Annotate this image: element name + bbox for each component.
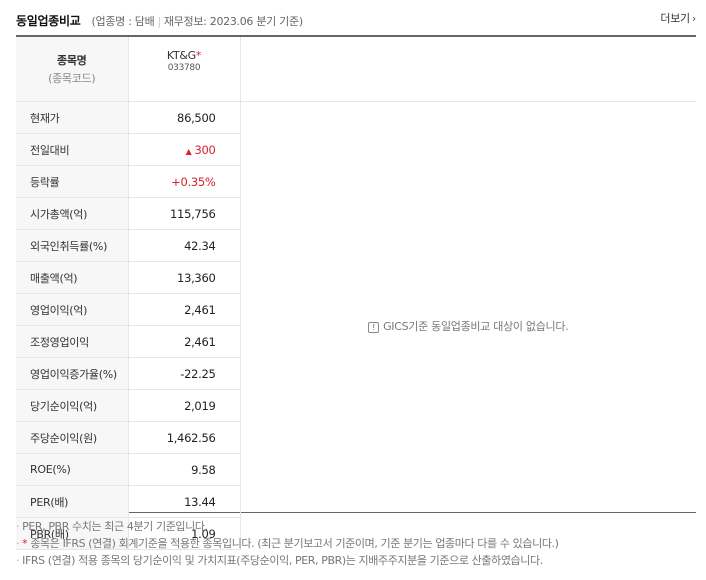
empty-notice: ! GICS기준 동일업종비교 대상이 없습니다. bbox=[368, 319, 569, 333]
row-value: 9.58 bbox=[128, 453, 241, 486]
industry-label: 업종명 : 담배 bbox=[95, 15, 155, 28]
footnote: · IFRS (연결) 적용 종목의 당기순이익 및 가치지표(주당순이익, PE… bbox=[16, 554, 543, 567]
row-value-text: 2,461 bbox=[184, 334, 216, 349]
row-value-text: 13.44 bbox=[184, 494, 216, 509]
row-label: 영업이익증가율(%) bbox=[16, 357, 129, 390]
comparison-table: 종목명 (종목코드) KT&G* 033780 현재가 86,500! GICS기준… bbox=[16, 35, 696, 550]
row-label: ROE(%) bbox=[16, 453, 129, 486]
row-value: 1,462.56 bbox=[128, 421, 241, 454]
row-label: PER(배) bbox=[16, 485, 129, 518]
ifrs-star-mark: * bbox=[195, 49, 202, 62]
row-label: 전일대비 bbox=[16, 133, 129, 166]
row-value: 2,019 bbox=[128, 389, 241, 422]
company-name-link[interactable]: KT&G bbox=[167, 49, 196, 62]
footnote: · PER, PBR 수치는 최근 4분기 기준입니다. bbox=[16, 520, 208, 533]
financial-info-label: 재무정보: 2023.06 분기 기준 bbox=[163, 15, 299, 28]
row-label: 매출액(억) bbox=[16, 261, 129, 294]
empty-comparison-area: ! GICS기준 동일업종비교 대상이 없습니다. bbox=[240, 102, 696, 550]
row-value-text: -22.25 bbox=[180, 366, 216, 381]
divider: | bbox=[157, 15, 161, 28]
row-label: 시가총액(억) bbox=[16, 197, 129, 230]
row-label: 등락률 bbox=[16, 165, 129, 198]
company-code: 033780 bbox=[167, 63, 201, 73]
row-label: 조정영업이익 bbox=[16, 325, 129, 358]
column-header-label: 종목명 (종목코드) bbox=[16, 37, 129, 102]
section-subtitle: (업종명 : 담배 | 재무정보: 2023.06 분기 기준) bbox=[91, 15, 304, 28]
chevron-right-icon: › bbox=[691, 12, 696, 25]
exclamation-icon: ! bbox=[368, 321, 380, 333]
row-value-text: +0.35% bbox=[171, 174, 216, 189]
empty-header-cell bbox=[240, 37, 696, 102]
row-value: 13,360 bbox=[128, 261, 241, 294]
section-title: 동일업종비교 bbox=[16, 14, 81, 28]
table-row: 현재가 86,500! GICS기준 동일업종비교 대상이 없습니다. bbox=[16, 101, 696, 333]
row-value-text: 42.34 bbox=[184, 238, 216, 253]
header-sublabel-text: (종목코드) bbox=[48, 72, 96, 85]
row-value-text: 2,019 bbox=[184, 398, 216, 413]
row-value: 115,756 bbox=[128, 197, 241, 230]
row-label: 영업이익(억) bbox=[16, 293, 129, 326]
empty-notice-text: GICS기준 동일업종비교 대상이 없습니다. bbox=[383, 319, 569, 333]
footnotes: · PER, PBR 수치는 최근 4분기 기준입니다. · * 종목은 IFRS … bbox=[16, 518, 706, 569]
row-value-text: 9.58 bbox=[191, 462, 216, 477]
row-value: 13.44 bbox=[128, 485, 241, 518]
row-value-text: 13,360 bbox=[177, 270, 216, 285]
row-label: 현재가 bbox=[16, 101, 129, 134]
row-value-text: 1,462.56 bbox=[166, 430, 216, 445]
row-value: -22.25 bbox=[128, 357, 241, 390]
row-value-text: 86,500 bbox=[177, 110, 216, 125]
section-header: 동일업종비교 (업종명 : 담배 | 재무정보: 2023.06 분기 기준) 더보… bbox=[16, 10, 696, 28]
row-value-text: 115,756 bbox=[170, 206, 216, 221]
more-link-label: 더보기 bbox=[660, 12, 690, 25]
row-label: 당기순이익(억) bbox=[16, 389, 129, 422]
header-label-text: 종목명 bbox=[57, 54, 87, 67]
row-value: 42.34 bbox=[128, 229, 241, 262]
table-header-row: 종목명 (종목코드) KT&G* 033780 bbox=[16, 37, 696, 102]
row-value: ▲ 300 bbox=[128, 133, 241, 166]
row-value: +0.35% bbox=[128, 165, 241, 198]
row-value-text: 300 bbox=[194, 142, 216, 157]
row-value-text: 2,461 bbox=[184, 302, 216, 317]
row-label: 주당순이익(원) bbox=[16, 421, 129, 454]
row-label: 외국인취득률(%) bbox=[16, 229, 129, 262]
footnote: · * 종목은 IFRS (연결) 회계기준을 적용한 종목입니다. (최근 분기… bbox=[16, 537, 559, 550]
row-value: 2,461 bbox=[128, 325, 241, 358]
row-value: 2,461 bbox=[128, 293, 241, 326]
company-header[interactable]: KT&G* 033780 bbox=[128, 37, 241, 102]
ifrs-star-mark: * bbox=[22, 537, 28, 550]
row-value: 86,500 bbox=[128, 101, 241, 134]
up-arrow-icon: ▲ bbox=[185, 146, 192, 156]
more-link[interactable]: 더보기 › bbox=[660, 10, 696, 26]
